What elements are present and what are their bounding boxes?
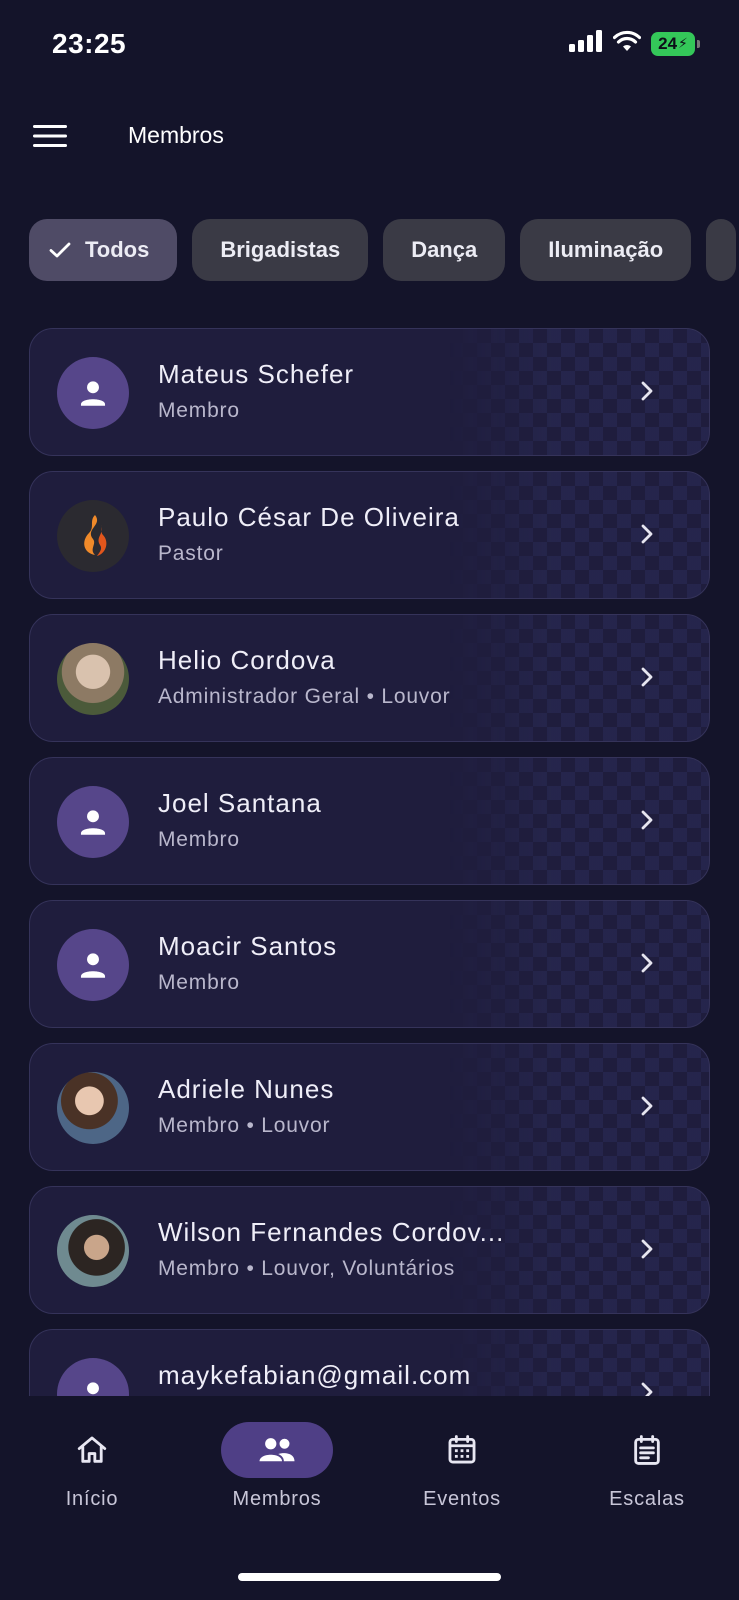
member-role: Membro • Louvor, Voluntários <box>158 1257 456 1280</box>
members-screen: 23:25 24 ⚡ Membros Todos Brigadistas Dan… <box>0 0 739 1600</box>
card-pattern <box>449 758 709 884</box>
nav-icon-container <box>591 1422 703 1478</box>
battery-indicator: 24 ⚡ <box>651 31 700 56</box>
page-title: Membros <box>128 122 224 148</box>
member-card[interactable]: Mateus Schefer Membro <box>29 328 710 456</box>
filter-chip-danca[interactable]: Dança <box>383 219 506 281</box>
member-card[interactable]: maykefabian@gmail.com <box>29 1329 710 1396</box>
battery-level: 24 <box>658 33 678 53</box>
filter-chip-label: Brigadistas <box>220 237 341 262</box>
member-name: Moacir Santos <box>158 931 338 961</box>
filter-chip-partial[interactable] <box>706 219 737 281</box>
member-card[interactable]: Paulo César De Oliveira Pastor <box>29 471 710 599</box>
card-pattern <box>449 1330 709 1396</box>
member-role: Membro <box>158 828 240 851</box>
avatar <box>57 357 129 429</box>
chevron-right-icon <box>635 665 659 689</box>
home-icon <box>77 1436 107 1463</box>
filter-chip-todos[interactable]: Todos <box>29 219 178 281</box>
status-icons: 24 ⚡ <box>569 30 700 57</box>
member-list: Mateus Schefer Membro Paulo César De Oli… <box>29 328 710 1396</box>
filter-chip-iluminacao[interactable]: Iluminação <box>520 219 692 281</box>
avatar <box>57 786 129 858</box>
chevron-right-icon <box>635 1237 659 1261</box>
card-pattern <box>449 901 709 1027</box>
person-icon <box>87 1382 99 1395</box>
card-pattern <box>449 1044 709 1170</box>
member-name: Wilson Fernandes Cordov... <box>158 1217 505 1247</box>
chevron-right-icon <box>635 379 659 403</box>
member-role: Administrador Geral • Louvor <box>158 685 451 708</box>
status-time: 23:25 <box>52 28 127 59</box>
avatar-photo <box>57 1215 129 1287</box>
filter-chip-label: Dança <box>411 237 478 262</box>
nav-label: Eventos <box>423 1488 501 1510</box>
filter-chip-label: Iluminação <box>548 237 664 262</box>
person-icon <box>80 953 106 978</box>
member-name: Mateus Schefer <box>158 359 355 389</box>
calendar-icon <box>448 1435 476 1464</box>
member-role: Membro • Louvor <box>158 1114 331 1137</box>
chevron-right-icon <box>635 951 659 975</box>
member-name: Adriele Nunes <box>158 1074 335 1104</box>
member-name: Joel Santana <box>158 788 322 818</box>
member-name: Helio Cordova <box>158 645 336 675</box>
member-card[interactable]: Joel Santana Membro <box>29 757 710 885</box>
chevron-right-icon <box>635 1380 659 1396</box>
chevron-right-icon <box>635 1094 659 1118</box>
wifi-icon <box>612 30 642 57</box>
filter-chip-label: Todos <box>85 237 150 262</box>
card-pattern <box>449 472 709 598</box>
filter-chip-brigadistas[interactable]: Brigadistas <box>192 219 369 281</box>
person-icon <box>80 381 106 406</box>
nav-label: Membros <box>232 1488 322 1510</box>
card-pattern <box>449 1187 709 1313</box>
status-bar: 23:25 24 ⚡ <box>0 0 739 90</box>
nav-label: Início <box>65 1488 119 1510</box>
member-name: Paulo César De Oliveira <box>158 502 460 532</box>
flame-logo-icon <box>84 515 107 556</box>
nav-label: Escalas <box>609 1488 685 1510</box>
check-icon <box>49 241 71 259</box>
avatar-photo <box>57 643 129 715</box>
group-icon <box>259 1438 295 1462</box>
nav-icon-container <box>406 1422 518 1478</box>
chevron-right-icon <box>635 808 659 832</box>
avatar <box>57 500 129 572</box>
hamburger-menu-icon <box>33 125 67 147</box>
chevron-right-icon <box>635 522 659 546</box>
app-bar: Membros <box>0 100 739 172</box>
nav-icon-container <box>221 1422 333 1478</box>
charging-bolt-icon: ⚡ <box>678 35 688 51</box>
home-indicator[interactable] <box>238 1573 501 1581</box>
avatar <box>57 929 129 1001</box>
member-card[interactable]: Wilson Fernandes Cordov... Membro • Louv… <box>29 1186 710 1314</box>
menu-button[interactable] <box>30 116 70 156</box>
card-pattern <box>449 329 709 455</box>
card-pattern <box>449 615 709 741</box>
member-role: Membro <box>158 399 240 422</box>
member-card[interactable]: Helio Cordova Administrador Geral • Louv… <box>29 614 710 742</box>
member-card[interactable]: Adriele Nunes Membro • Louvor <box>29 1043 710 1171</box>
avatar-photo <box>57 1072 129 1144</box>
filter-chips: Todos Brigadistas Dança Iluminação <box>29 219 739 281</box>
nav-icon-container <box>36 1422 148 1478</box>
member-name: maykefabian@gmail.com <box>158 1360 472 1390</box>
member-role: Pastor <box>158 542 224 565</box>
schedule-list-icon <box>634 1435 660 1465</box>
nav-item-membros[interactable]: Membros <box>197 1422 357 1511</box>
nav-item-escalas[interactable]: Escalas <box>567 1422 727 1511</box>
member-card[interactable]: Moacir Santos Membro <box>29 900 710 1028</box>
nav-item-eventos[interactable]: Eventos <box>382 1422 542 1511</box>
nav-item-inicio[interactable]: Início <box>12 1422 172 1511</box>
cellular-signal-icon <box>569 30 603 57</box>
person-icon <box>80 810 106 835</box>
bottom-navigation: Início Membros Eventos Escalas <box>0 1396 739 1600</box>
avatar <box>57 1358 129 1396</box>
member-role: Membro <box>158 971 240 994</box>
